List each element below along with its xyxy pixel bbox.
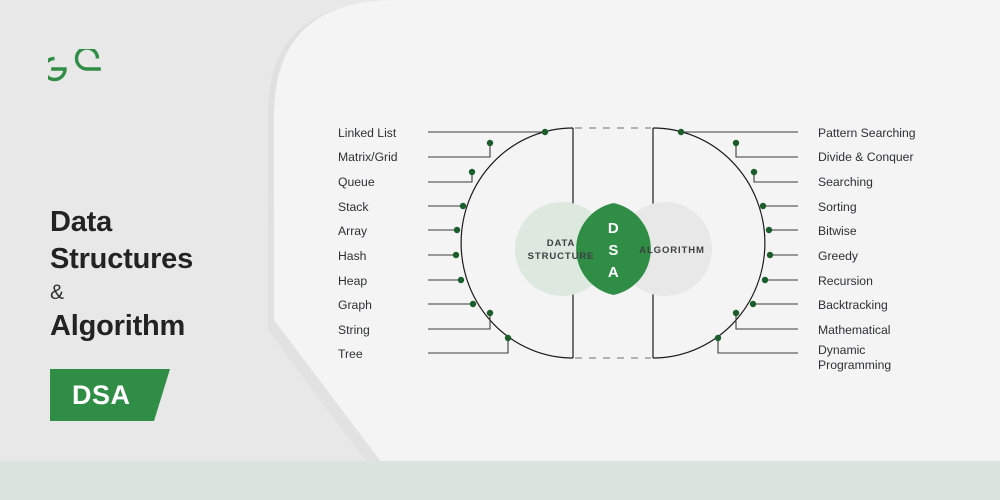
label-searching: Searching — [818, 175, 873, 189]
right-label-group: Pattern Searching Divide & Conquer Searc… — [818, 126, 916, 372]
label-tree: Tree — [338, 347, 363, 361]
label-mathematical: Mathematical — [818, 323, 890, 337]
label-backtracking: Backtracking — [818, 298, 888, 312]
poster-canvas: Data Structures & Algorithm DSA DATA STR… — [0, 0, 1000, 500]
lens-letter-s: S — [608, 242, 618, 259]
label-matrix-grid: Matrix/Grid — [338, 150, 398, 164]
headline-ampersand: & — [50, 281, 64, 304]
label-recursion: Recursion — [818, 274, 873, 288]
label-heap: Heap — [338, 274, 367, 288]
headline-line-3: Algorithm — [50, 310, 186, 342]
dsa-badge-label: DSA — [72, 380, 131, 410]
dsa-venn-diagram: DATA STRUCTURE ALGORITHM D S A Linked Li… — [338, 126, 916, 372]
label-array: Array — [338, 224, 368, 238]
label-string: String — [338, 323, 370, 337]
label-linked-list: Linked List — [338, 126, 397, 140]
label-dynamic-programming: Dynamic Programming — [818, 343, 891, 372]
label-graph: Graph — [338, 298, 372, 312]
page-title: Data Structures & Algorithm — [50, 204, 280, 345]
geeksforgeeks-logo — [48, 49, 101, 82]
label-bitwise: Bitwise — [818, 224, 857, 238]
label-greedy: Greedy — [818, 249, 859, 263]
headline-line-2: Structures — [50, 243, 194, 275]
left-label-group: Linked List Matrix/Grid Queue Stack Arra… — [338, 126, 398, 361]
lens-letter-d: D — [608, 220, 619, 237]
data-structure-label-line2: STRUCTURE — [528, 251, 595, 262]
label-stack: Stack — [338, 200, 369, 214]
label-sorting: Sorting — [818, 200, 857, 214]
algorithm-label: ALGORITHM — [639, 245, 705, 256]
data-structure-label-line1: DATA — [547, 238, 576, 249]
dsa-badge: DSA — [50, 369, 175, 421]
lens-letter-a: A — [608, 264, 619, 281]
bottom-strip — [0, 461, 1000, 500]
headline-line-1: Data — [50, 206, 113, 238]
label-hash: Hash — [338, 249, 366, 263]
label-divide-conquer: Divide & Conquer — [818, 150, 914, 164]
label-pattern-searching: Pattern Searching — [818, 126, 916, 140]
label-queue: Queue — [338, 175, 375, 189]
